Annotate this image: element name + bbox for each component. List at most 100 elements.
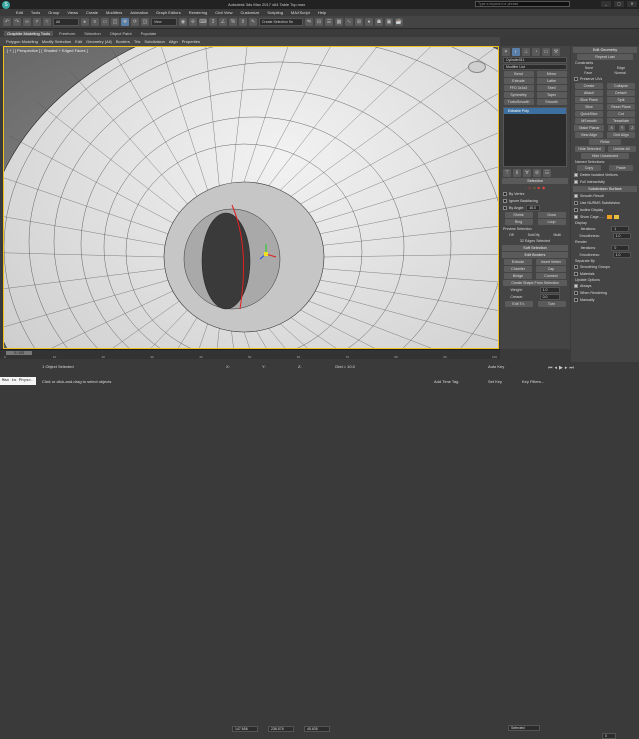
minimize-button[interactable]: _ — [601, 1, 611, 7]
use-nurms-checkbox[interactable]: Use NURMS Subdivision — [574, 200, 636, 206]
slice-plane-button[interactable]: Slice Plane — [575, 97, 603, 103]
paste-button[interactable]: Paste — [609, 165, 633, 171]
attach-button[interactable]: Attach — [575, 90, 603, 96]
select-by-name-icon[interactable]: ≡ — [91, 18, 99, 26]
constraint-normal-radio[interactable]: Normal — [614, 71, 625, 75]
material-editor-icon[interactable]: ● — [365, 18, 373, 26]
maximize-button[interactable]: ▢ — [614, 1, 624, 7]
soft-selection-rollout-header[interactable]: Soft Selection — [502, 245, 568, 251]
connect-button[interactable]: Connect — [536, 273, 566, 279]
full-interactivity-checkbox[interactable]: Full Interactivity — [574, 179, 636, 185]
mirror-icon[interactable]: ⇋ — [305, 18, 313, 26]
tab-populate[interactable]: Populate — [138, 31, 160, 36]
snaps-toggle-icon[interactable]: 3 — [209, 18, 217, 26]
loop-button[interactable]: Loop — [537, 219, 566, 225]
panel-modify-selection[interactable]: Modify Selection — [42, 39, 71, 44]
go-to-start-icon[interactable]: ⏮ — [548, 365, 553, 371]
polygon-mode-icon[interactable]: ■ — [538, 185, 540, 190]
panel-align[interactable]: Align — [169, 39, 178, 44]
scale-icon[interactable]: ◲ — [141, 18, 149, 26]
panel-properties[interactable]: Properties — [182, 39, 200, 44]
move-icon[interactable]: ✥ — [121, 18, 129, 26]
y-coord-field[interactable]: 236.576 — [268, 726, 294, 732]
menu-views[interactable]: Views — [63, 9, 82, 16]
preview-multi-radio[interactable]: Multi — [554, 233, 561, 237]
subdivision-surface-rollout-header[interactable]: Subdivision Surface — [573, 186, 637, 192]
play-icon[interactable]: ▶ — [559, 365, 563, 371]
vertex-mode-icon[interactable]: · — [525, 185, 526, 190]
copy-button[interactable]: Copy — [577, 165, 601, 171]
element-mode-icon[interactable]: ◆ — [542, 185, 545, 190]
edit-borders-rollout-header[interactable]: Edit Borders — [502, 252, 568, 258]
menu-maxscript[interactable]: MAXScript — [287, 9, 314, 16]
detach-button[interactable]: Detach — [607, 90, 635, 96]
menu-create[interactable]: Create — [82, 9, 102, 16]
menu-group[interactable]: Group — [44, 9, 63, 16]
tab-freeform[interactable]: Freeform — [56, 31, 78, 36]
update-when-rendering-radio[interactable]: When Rendering — [574, 290, 636, 296]
previous-frame-icon[interactable]: ◂ — [555, 365, 558, 371]
quickslice-button[interactable]: QuickSlice — [575, 111, 603, 117]
reference-coord-select[interactable]: View — [151, 18, 177, 26]
show-end-result-icon[interactable]: Ⅱ — [513, 169, 521, 177]
render-setup-icon[interactable]: ☗ — [375, 18, 383, 26]
shell-button[interactable]: Shell — [536, 85, 567, 91]
bend-button[interactable]: Bend — [503, 71, 534, 77]
pin-stack-icon[interactable]: ⊤ — [503, 169, 511, 177]
app-logo-icon[interactable]: S — [2, 0, 10, 9]
make-unique-icon[interactable]: ∀ — [523, 169, 531, 177]
undo-icon[interactable]: ↶ — [3, 18, 11, 26]
key-selection-select[interactable]: Selected — [508, 725, 540, 731]
auto-key-button[interactable]: Auto Key — [488, 364, 504, 369]
angle-snap-icon[interactable]: ∠ — [219, 18, 227, 26]
modify-tab-icon[interactable]: ◐ — [512, 48, 520, 56]
insert-vertex-button[interactable]: Insert Vertex — [536, 259, 566, 265]
current-frame-field[interactable]: 0 — [602, 733, 616, 739]
ffd-button[interactable]: FFD 3x3x3 — [503, 85, 534, 91]
cage-color-swatch-1[interactable] — [606, 215, 612, 219]
delete-isolated-checkbox[interactable]: Delete Isolated Vertices — [574, 172, 636, 178]
menu-rendering[interactable]: Rendering — [185, 9, 211, 16]
show-cage-checkbox[interactable]: Show Cage...... — [574, 214, 636, 220]
hide-unselected-button[interactable]: Hide Unselected — [581, 153, 629, 159]
cut-button[interactable]: Cut — [607, 111, 635, 117]
selection-rollout-header[interactable]: Selection — [502, 178, 568, 184]
cap-button[interactable]: Cap — [536, 266, 566, 272]
schematic-view-icon[interactable]: ⊞ — [355, 18, 363, 26]
rotate-icon[interactable]: ⟳ — [131, 18, 139, 26]
search-input[interactable]: Type a keyword or phrase — [475, 1, 570, 7]
menu-scripting[interactable]: Scripting — [263, 9, 287, 16]
hierarchy-tab-icon[interactable]: ⊥ — [522, 48, 530, 56]
rendered-frame-icon[interactable]: ▣ — [385, 18, 393, 26]
weight-field[interactable]: 1.0 — [539, 287, 560, 293]
update-manually-radio[interactable]: Manually — [574, 297, 636, 303]
mirror-button[interactable]: Mirror — [536, 71, 567, 77]
ring-button[interactable]: Ring — [504, 219, 533, 225]
graphite-toggle-icon[interactable]: ▦ — [335, 18, 343, 26]
by-angle-checkbox[interactable]: By Angle: 45.0 — [503, 205, 567, 211]
preview-subobj-radio[interactable]: SubObj — [528, 233, 540, 237]
smooth-button[interactable]: Smooth — [536, 99, 567, 105]
x-coord-field[interactable]: 147.656 — [232, 726, 258, 732]
extrude-button[interactable]: Extrude — [504, 259, 532, 265]
chamfer-button[interactable]: Chamfer — [504, 266, 532, 272]
symmetry-button[interactable]: Symmetry — [503, 92, 534, 98]
border-mode-icon[interactable]: ○ — [533, 185, 535, 190]
constraint-edge-radio[interactable]: Edge — [617, 66, 625, 70]
next-frame-icon[interactable]: ▸ — [565, 365, 568, 371]
stack-item-editable-poly[interactable]: Editable Poly — [504, 108, 566, 114]
modifier-list-select[interactable]: Modifier List — [503, 64, 567, 70]
edit-named-selection-icon[interactable]: ✎ — [249, 18, 257, 26]
lathe-button[interactable]: Lathe — [536, 78, 567, 84]
layer-explorer-icon[interactable]: ☰ — [325, 18, 333, 26]
display-iterations-field[interactable]: 1 — [611, 226, 630, 232]
create-shape-button[interactable]: Create Shape From Selection — [503, 280, 567, 286]
panel-borders[interactable]: Borders — [116, 39, 130, 44]
curve-editor-icon[interactable]: ∿ — [345, 18, 353, 26]
repeat-last-button[interactable]: Repeat Last — [577, 54, 633, 60]
make-planar-button[interactable]: Make Planar — [574, 125, 605, 131]
tab-selection[interactable]: Selection — [81, 31, 103, 36]
bridge-button[interactable]: Bridge — [504, 273, 532, 279]
planar-z-button[interactable]: Z — [629, 125, 636, 131]
align-icon[interactable]: ⊟ — [315, 18, 323, 26]
